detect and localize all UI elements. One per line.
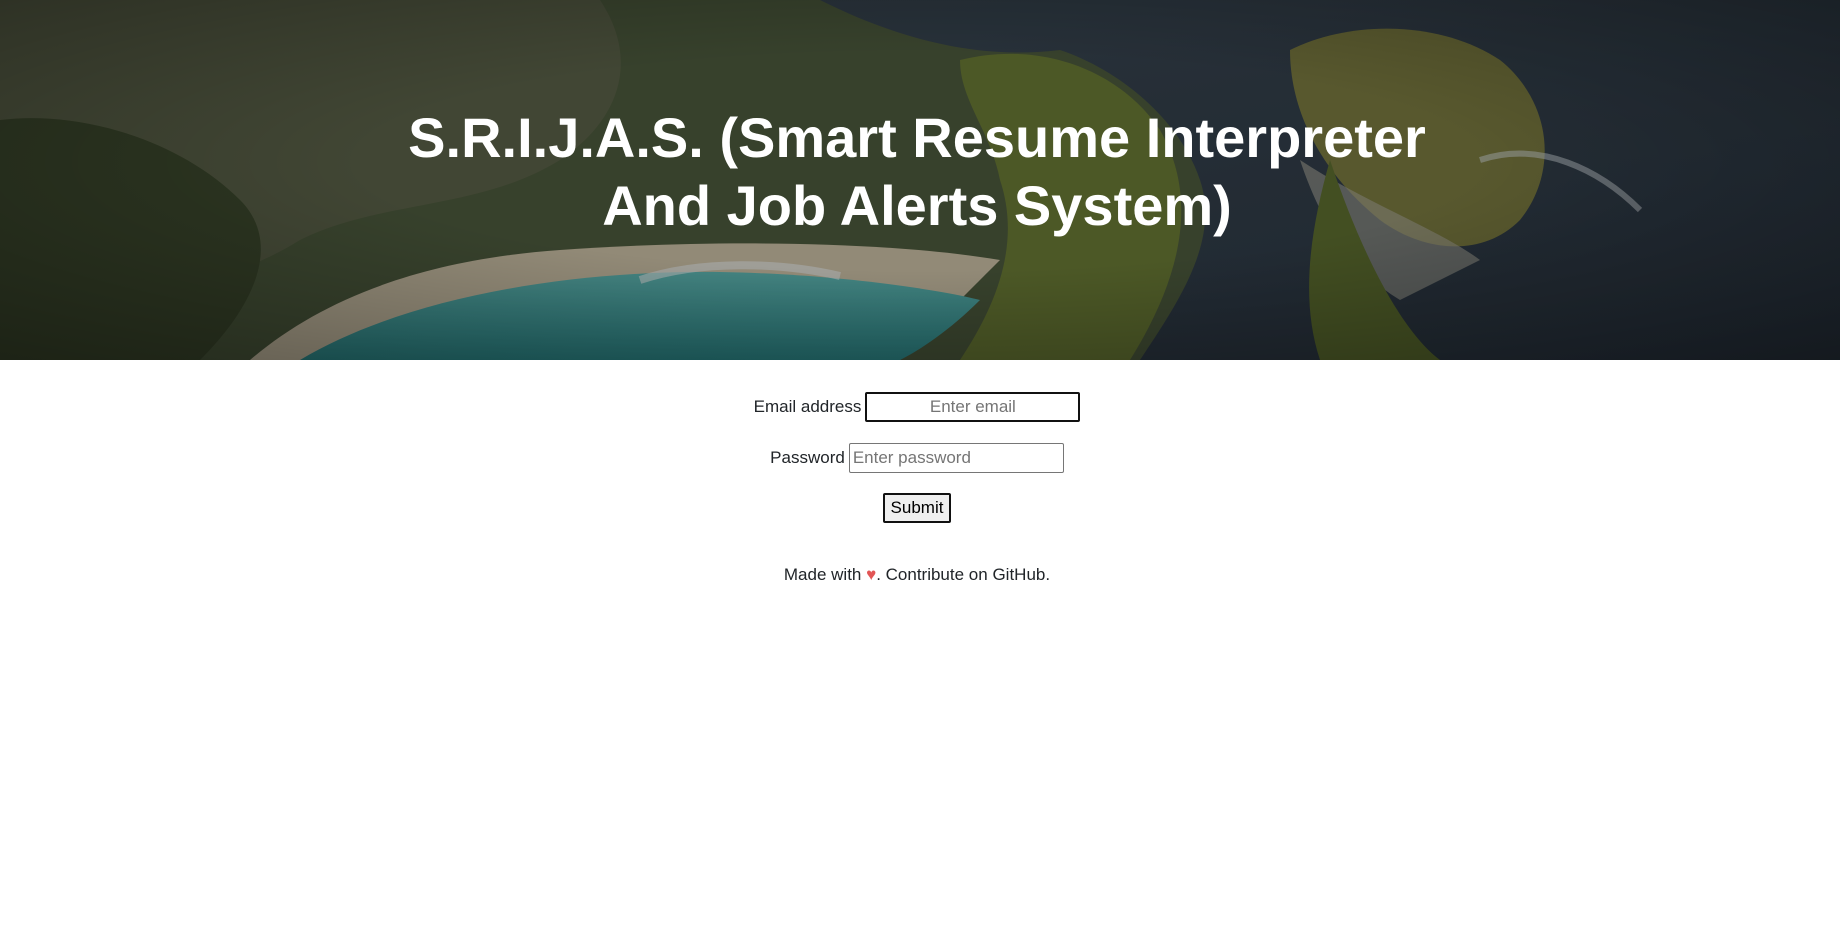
heart-icon: ♥ bbox=[866, 565, 877, 584]
password-row: Password bbox=[0, 443, 1834, 473]
password-field[interactable] bbox=[848, 443, 1064, 473]
password-label: Password bbox=[770, 448, 845, 467]
email-field[interactable] bbox=[865, 392, 1081, 422]
page-title-line-1: S.R.I.J.A.S. (Smart Resume Interpreter bbox=[408, 106, 1426, 169]
page-title-line-2: And Job Alerts System) bbox=[602, 174, 1232, 237]
footer: Made with ♥. Contribute on GitHub. bbox=[0, 565, 1834, 585]
footer-made-with: Made with bbox=[783, 565, 867, 584]
github-link[interactable]: GitHub bbox=[992, 565, 1045, 584]
email-row: Email address bbox=[0, 392, 1834, 422]
footer-contribute: . Contribute on bbox=[876, 565, 993, 584]
submit-button[interactable]: Submit bbox=[882, 493, 952, 523]
hero-banner: S.R.I.J.A.S. (Smart Resume Interpreter A… bbox=[0, 0, 1840, 360]
submit-row: Submit bbox=[0, 493, 1834, 523]
footer-end: . bbox=[1045, 565, 1051, 584]
page-title: S.R.I.J.A.S. (Smart Resume Interpreter A… bbox=[0, 104, 1834, 240]
email-label: Email address bbox=[753, 397, 862, 416]
